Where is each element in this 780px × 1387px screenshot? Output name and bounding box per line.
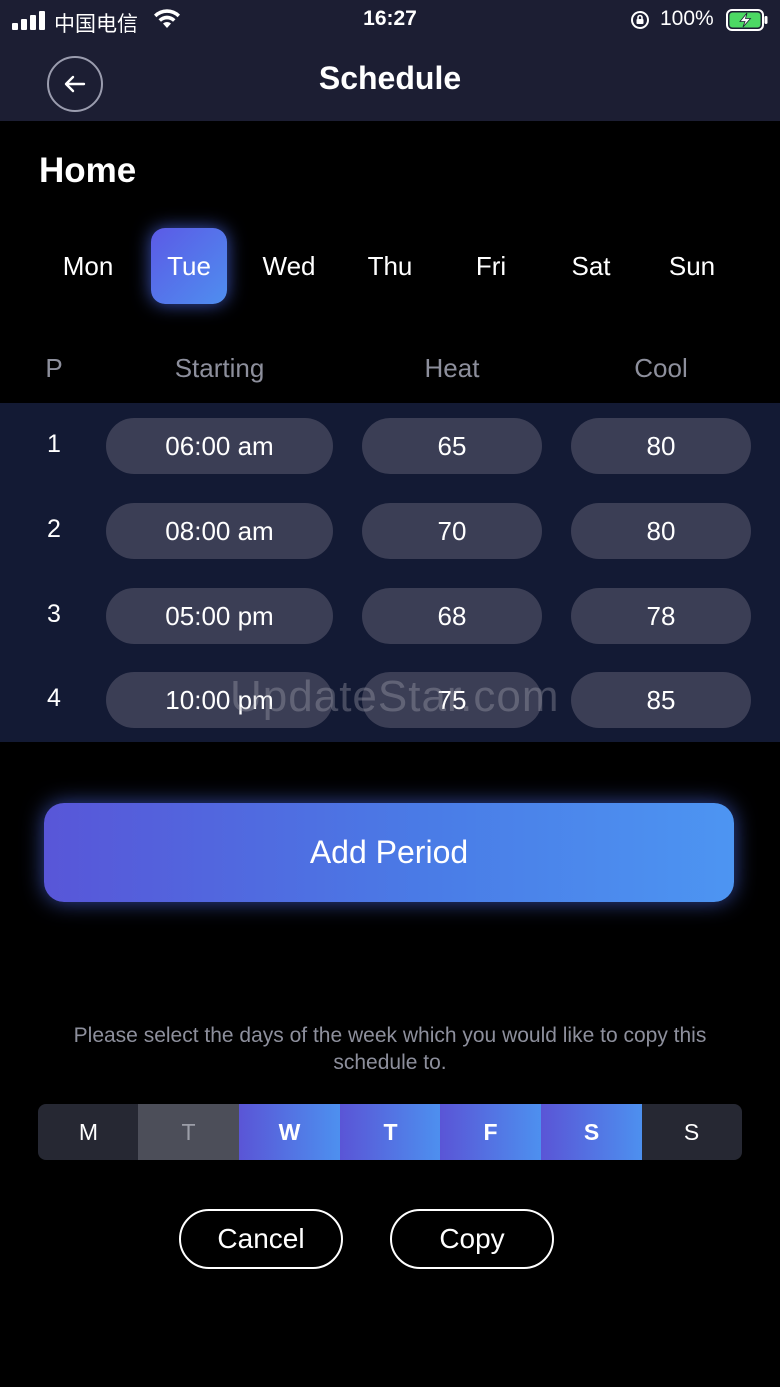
tab-sat[interactable]: Sat: [553, 228, 629, 304]
heat-setpoint-field[interactable]: 70: [362, 503, 542, 559]
period-number: 1: [47, 430, 61, 458]
copy-instructions: Please select the days of the week which…: [73, 1024, 707, 1074]
day-tabs: Mon Tue Wed Thu Fri Sat Sun: [37, 228, 743, 304]
period-number: 2: [47, 515, 61, 543]
tab-thu[interactable]: Thu: [352, 228, 428, 304]
heat-setpoint-field[interactable]: 75: [362, 672, 542, 728]
header-period: P: [45, 353, 63, 383]
copy-day-tue: T: [138, 1104, 239, 1160]
page-title: Schedule: [318, 60, 462, 96]
top-bar: 中国电信 16:27 100% Schedule: [0, 0, 780, 121]
schedule-table: 1 06:00 am 65 80 2 08:00 am 70 80 3 05:0…: [0, 403, 780, 742]
tab-fri[interactable]: Fri: [453, 228, 529, 304]
table-row: 2 08:00 am 70 80: [0, 503, 780, 559]
copy-day-selector: M T W T F S S: [38, 1104, 742, 1160]
battery-percentage: 100%: [660, 7, 714, 30]
table-row: 3 05:00 pm 68 78: [0, 588, 780, 644]
start-time-field[interactable]: 08:00 am: [106, 503, 333, 559]
copy-day-wed[interactable]: W: [239, 1104, 340, 1160]
table-row: 1 06:00 am 65 80: [0, 418, 780, 474]
status-bar: 中国电信 16:27 100%: [0, 0, 780, 40]
cool-setpoint-field[interactable]: 85: [571, 672, 751, 728]
cool-setpoint-field[interactable]: 78: [571, 588, 751, 644]
schedule-table-header: P Starting Heat Cool: [0, 340, 780, 400]
copy-button[interactable]: Copy: [390, 1209, 554, 1269]
copy-day-sun[interactable]: S: [641, 1104, 742, 1160]
cool-setpoint-field[interactable]: 80: [571, 418, 751, 474]
cancel-button[interactable]: Cancel: [179, 1209, 343, 1269]
period-number: 4: [47, 684, 61, 712]
copy-day-thu[interactable]: T: [340, 1104, 441, 1160]
tab-tue[interactable]: Tue: [151, 228, 227, 304]
zone-title: Home: [39, 151, 137, 190]
tab-wed[interactable]: Wed: [251, 228, 327, 304]
heat-setpoint-field[interactable]: 65: [362, 418, 542, 474]
rotation-lock-icon: [631, 11, 649, 29]
tab-mon[interactable]: Mon: [50, 228, 126, 304]
table-row: 4 10:00 pm 75 85: [0, 672, 780, 728]
header-heat: Heat: [424, 353, 480, 383]
start-time-field[interactable]: 10:00 pm: [106, 672, 333, 728]
cool-setpoint-field[interactable]: 80: [571, 503, 751, 559]
start-time-field[interactable]: 05:00 pm: [106, 588, 333, 644]
period-number: 3: [47, 600, 61, 628]
heat-setpoint-field[interactable]: 68: [362, 588, 542, 644]
battery-charging-icon: [726, 9, 768, 31]
header-cool: Cool: [634, 353, 688, 383]
tab-sun[interactable]: Sun: [654, 228, 730, 304]
copy-day-sat[interactable]: S: [541, 1104, 642, 1160]
add-period-button[interactable]: Add Period: [44, 803, 734, 902]
header-starting: Starting: [174, 353, 265, 383]
copy-day-mon[interactable]: M: [38, 1104, 139, 1160]
start-time-field[interactable]: 06:00 am: [106, 418, 333, 474]
copy-day-fri[interactable]: F: [440, 1104, 541, 1160]
